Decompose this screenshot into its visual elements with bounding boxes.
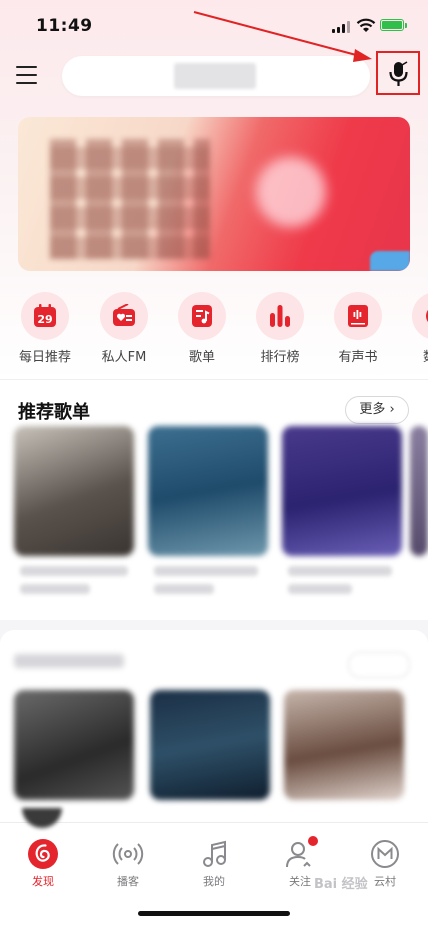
quick-nav-playlist[interactable]: 歌单 (170, 292, 234, 365)
playlist-caption (20, 584, 90, 594)
playlist-card[interactable] (410, 426, 428, 556)
section-title-blurred (14, 654, 124, 668)
quick-nav-charts[interactable]: 排行榜 (248, 292, 312, 365)
home-indicator[interactable] (138, 911, 290, 916)
tab-discover[interactable]: 发现 (13, 838, 73, 889)
tab-label: 我的 (203, 875, 225, 888)
album-icon (426, 310, 428, 322)
music-note-icon (203, 840, 226, 867)
netease-logo-icon (28, 839, 58, 869)
playlist-card[interactable] (284, 690, 404, 800)
calendar-icon: 29 (34, 304, 56, 327)
section-title: 推荐歌单 (18, 402, 90, 423)
more-label: 更多 (359, 402, 386, 417)
quick-nav-daily[interactable]: 29 每日推荐 (13, 292, 77, 365)
quick-nav-audiobook[interactable]: 有声书 (326, 292, 390, 365)
playlist-caption (154, 584, 214, 594)
playlist-caption (288, 566, 392, 576)
more-button[interactable]: 更多 › (345, 396, 409, 424)
quick-nav-digital[interactable]: 数字 (404, 292, 428, 365)
watermark: Bai 经验 (314, 877, 368, 892)
playlist-card[interactable] (14, 426, 134, 556)
annotation-arrow (193, 11, 372, 62)
playlist-card[interactable] (282, 426, 402, 556)
playlist-card[interactable] (148, 426, 268, 556)
playlist-card[interactable] (150, 690, 270, 800)
chevron-right-icon: › (385, 402, 395, 417)
notification-badge (308, 836, 318, 846)
radio-icon (113, 304, 135, 326)
quick-nav-fm[interactable]: 私人FM (92, 292, 156, 365)
quick-nav-label: 私人FM (101, 350, 147, 365)
podcast-icon (112, 843, 144, 865)
divider (0, 379, 428, 380)
tab-podcast[interactable]: 播客 (98, 838, 158, 889)
quick-nav-label: 数字 (404, 346, 428, 365)
quick-nav-label: 每日推荐 (18, 350, 71, 365)
quick-nav-label: 排行榜 (260, 350, 300, 365)
playlist-caption (154, 566, 258, 576)
quick-nav-label: 歌单 (188, 350, 215, 365)
promo-banner[interactable] (18, 117, 410, 271)
playlist-caption (288, 584, 352, 594)
playlist-icon (192, 305, 212, 327)
cloud-village-icon (371, 840, 399, 868)
playlist-card[interactable] (14, 690, 134, 800)
more-button-blurred[interactable] (348, 652, 410, 678)
tab-mine[interactable]: 我的 (184, 838, 244, 889)
chart-bars-icon (270, 305, 290, 327)
quick-nav-label: 有声书 (338, 350, 378, 365)
tab-label: 播客 (117, 875, 139, 888)
playlist-caption (20, 566, 128, 576)
tab-label: 发现 (32, 875, 54, 888)
svg-text:29: 29 (37, 313, 52, 326)
audiobook-icon (348, 305, 368, 327)
